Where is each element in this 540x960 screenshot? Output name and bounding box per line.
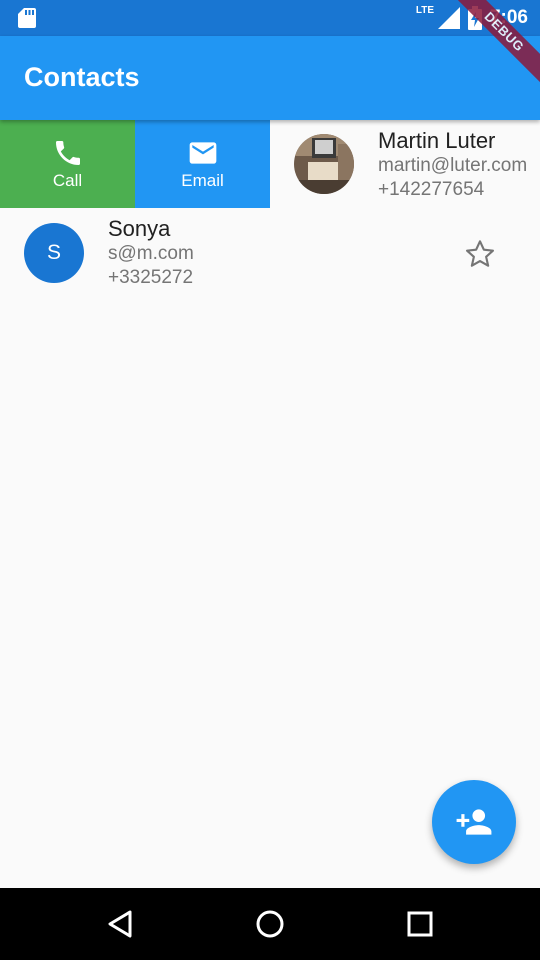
star-outline-icon[interactable] — [464, 238, 496, 270]
phone-icon — [55, 141, 80, 165]
back-icon[interactable] — [104, 908, 136, 940]
person-add-icon — [456, 809, 492, 835]
mail-icon — [189, 142, 216, 164]
signal-icon — [437, 7, 460, 29]
contact-email: martin@luter.com — [378, 155, 528, 176]
contact-email: s@m.com — [108, 243, 194, 264]
sd-card-icon — [18, 8, 36, 28]
call-label: Call — [52, 171, 83, 190]
add-contact-button[interactable] — [432, 780, 516, 864]
contact-row-martin[interactable]: Call Email Martin Luter martin@luter.com… — [0, 120, 540, 208]
network-type: LTE — [415, 5, 434, 16]
contact-name: Martin Luter — [378, 128, 496, 153]
contact-phone: +142277654 — [378, 179, 485, 200]
contact-name: Sonya — [108, 216, 171, 241]
email-action-button[interactable]: Email — [135, 120, 270, 208]
contact-phone: +3325272 — [108, 267, 194, 288]
home-icon[interactable] — [254, 908, 286, 940]
avatar-photo — [294, 134, 354, 194]
recents-icon[interactable] — [404, 908, 436, 940]
contact-item[interactable]: Martin Luter martin@luter.com +142277654 — [270, 120, 540, 208]
contact-info: Sonya s@m.com +3325272 — [108, 216, 194, 290]
email-label: Email — [181, 171, 224, 190]
contact-info: Martin Luter martin@luter.com +142277654 — [378, 128, 527, 202]
page-title: Contacts — [24, 62, 140, 92]
battery-charging-icon — [467, 6, 482, 30]
avatar — [294, 134, 354, 194]
contact-item[interactable]: S Sonya s@m.com +3325272 — [0, 208, 540, 300]
contact-row-sonya[interactable]: S Sonya s@m.com +3325272 — [0, 208, 540, 300]
call-action-button[interactable]: Call — [0, 120, 135, 208]
app-bar: Contacts — [0, 36, 540, 120]
status-time: 7:06 — [489, 7, 528, 28]
avatar: S — [24, 223, 84, 283]
status-bar: LTE 7:06 — [0, 0, 540, 36]
system-nav-bar — [0, 888, 540, 960]
